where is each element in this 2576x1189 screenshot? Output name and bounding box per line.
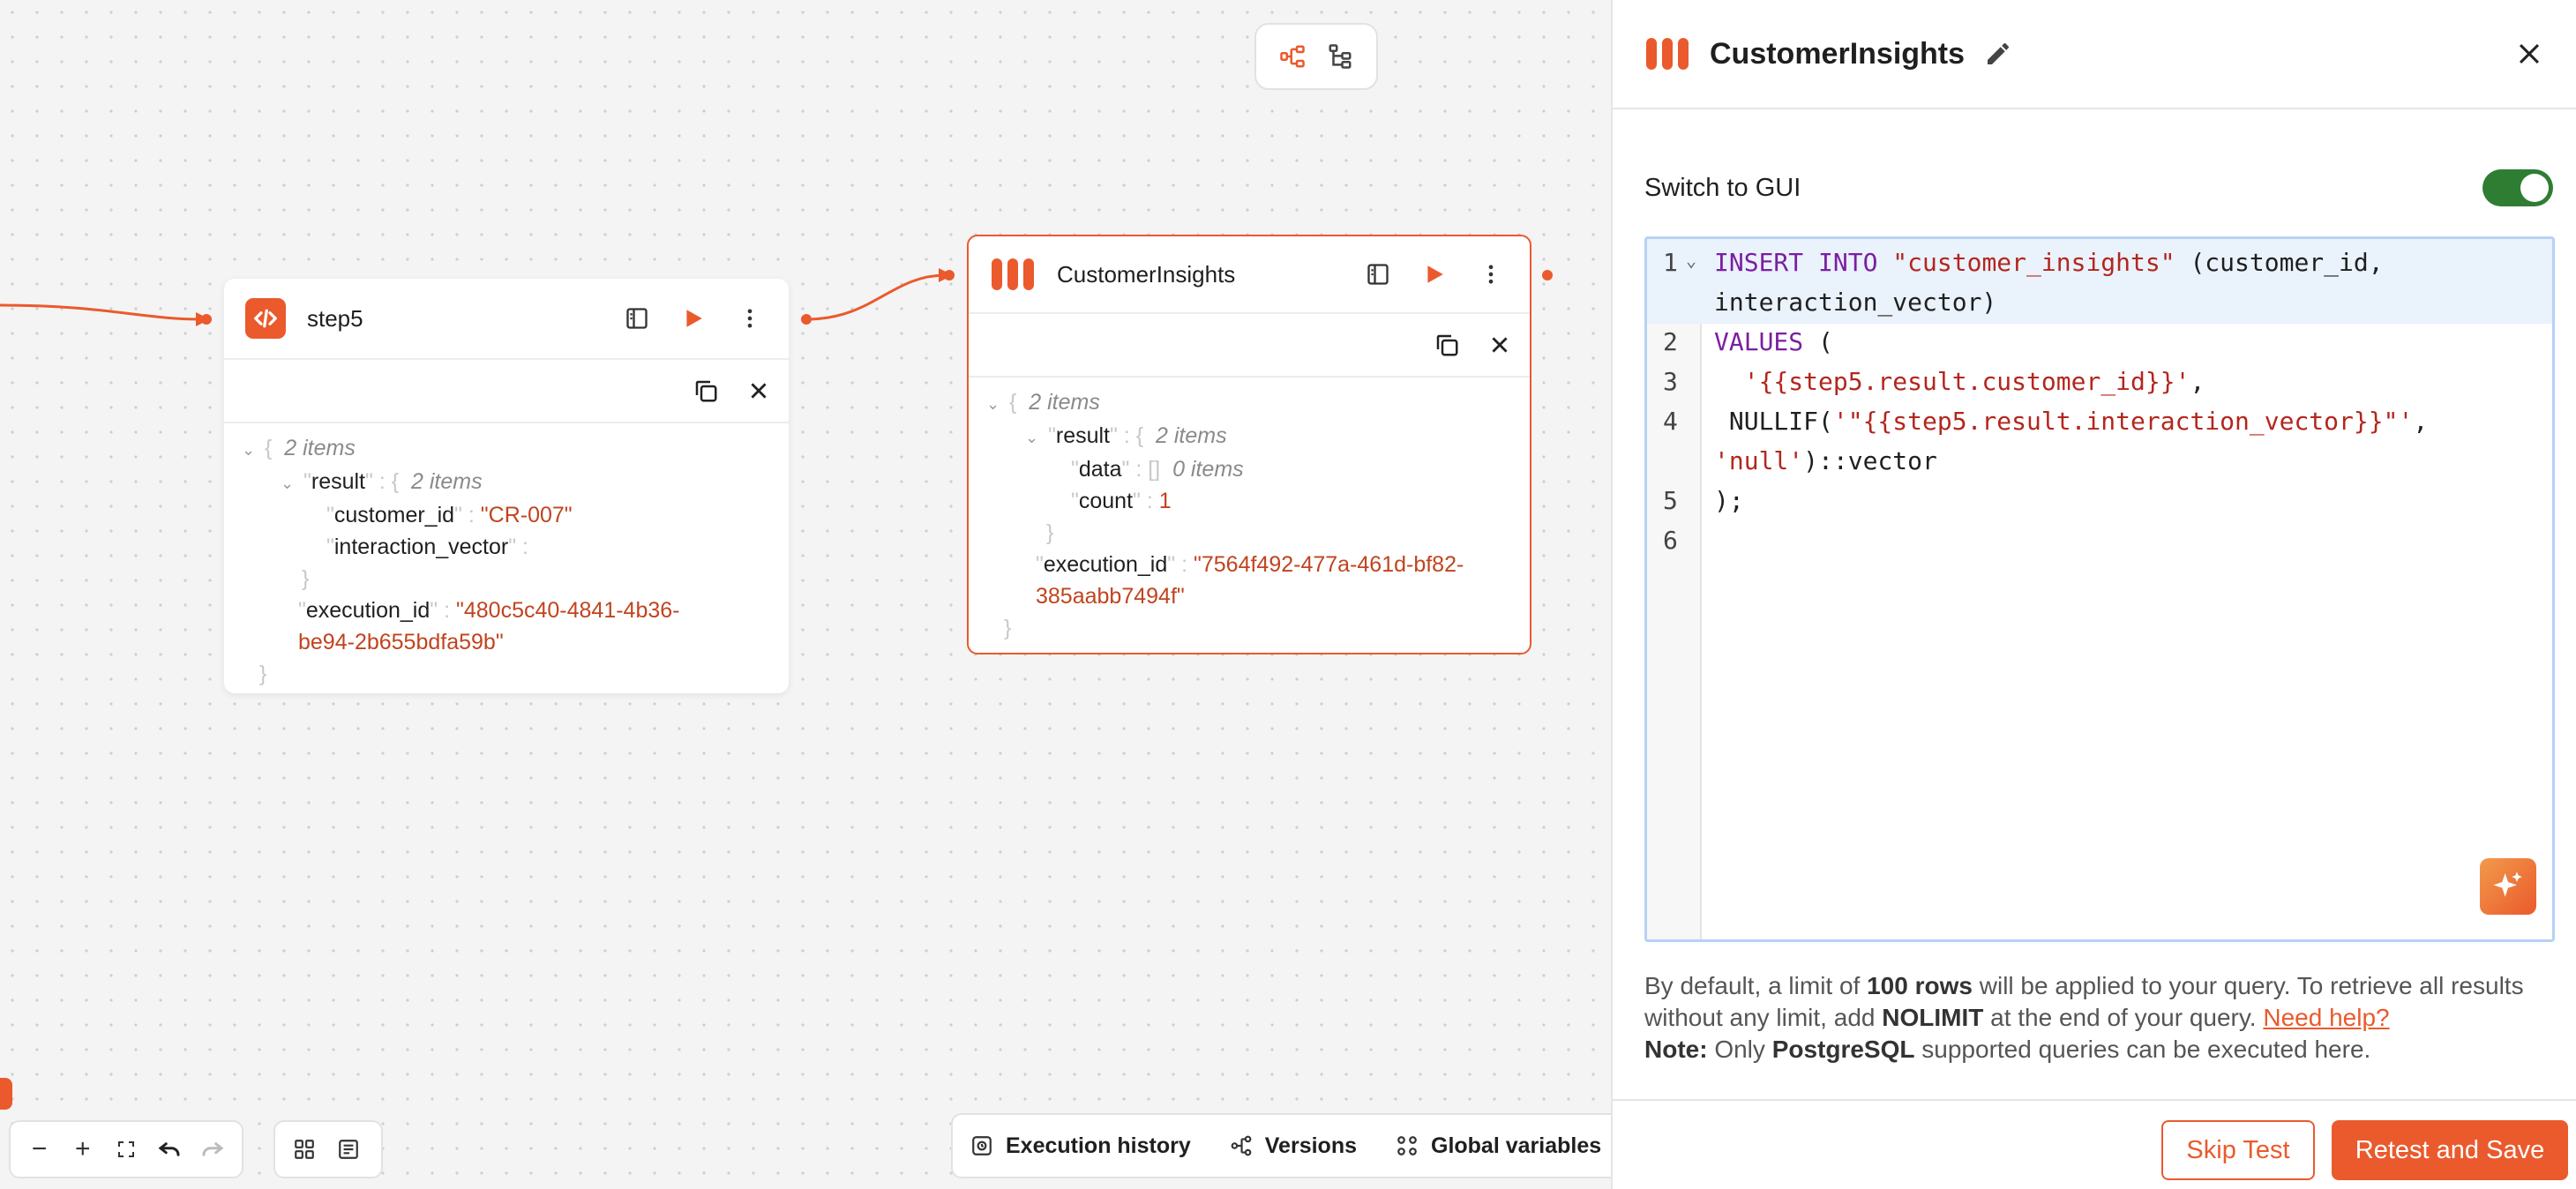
insights-output-port[interactable] [1542, 270, 1553, 280]
edge-step5-to-insights [805, 273, 947, 321]
step5-input-port[interactable] [201, 314, 212, 325]
workflow-canvas[interactable]: step5 ⌄{ 2 items ⌄ "result" : { 2 items "… [0, 0, 1611, 1189]
vertical-layout-icon[interactable] [1322, 39, 1358, 74]
versions-icon [1230, 1134, 1253, 1157]
json-customer-id-row: "customer_id" : "CR-007" [326, 503, 573, 527]
global-variables-button[interactable]: Global variables [1396, 1133, 1601, 1159]
view-controls [273, 1120, 383, 1178]
insights-input-port[interactable] [944, 270, 955, 280]
json-root[interactable]: ⌄{ 2 items [242, 432, 771, 466]
layout-controls [1254, 23, 1378, 90]
json-root[interactable]: ⌄{ 2 items [986, 386, 1512, 420]
customer-insights-node[interactable]: CustomerInsights ⌄{ 2 items ⌄ "result" : … [967, 235, 1531, 654]
chevron-down-icon[interactable]: ⌄ [281, 467, 303, 499]
fold-chevron-icon[interactable]: ⌄ [1686, 250, 1696, 271]
node-output-toolbar [224, 360, 789, 423]
more-options-icon[interactable] [732, 301, 768, 336]
sparkle-icon [2493, 871, 2522, 897]
query-limit-note: By default, a limit of 100 rows will be … [1644, 972, 2524, 1063]
redo-icon[interactable] [191, 1127, 235, 1171]
zoom-out-button[interactable]: − [18, 1127, 61, 1171]
postgres-bars-icon [990, 257, 1036, 292]
panel-toggle-icon[interactable] [1360, 257, 1396, 292]
node-output-toolbar [969, 314, 1530, 378]
close-panel-icon[interactable] [2514, 39, 2544, 69]
panel-footer: Skip Test Retest and Save [1613, 1099, 2576, 1189]
grid-view-icon[interactable] [282, 1127, 326, 1171]
execution-history-button[interactable]: Execution history [970, 1133, 1191, 1159]
edge-into-step5 [0, 303, 204, 321]
horizontal-layout-icon[interactable] [1275, 39, 1310, 74]
step5-node[interactable]: step5 ⌄{ 2 items ⌄ "result" : { 2 items "… [224, 279, 789, 693]
node-title: step5 [307, 304, 363, 332]
node-title: CustomerInsights [1057, 260, 1236, 288]
global-variables-icon [1396, 1134, 1419, 1157]
retest-and-save-button[interactable]: Retest and Save [2332, 1120, 2568, 1180]
ai-sparkle-button[interactable] [2480, 858, 2536, 915]
copy-icon[interactable] [1429, 327, 1464, 363]
json-result-row[interactable]: ⌄ "result" : { 2 items [986, 420, 1512, 453]
switch-to-gui-row: Switch to GUI [1644, 169, 2553, 206]
json-execution-id-row: "execution_id" : "7564f492-477a-461d-bf8… [1036, 552, 1464, 577]
panel-toggle-icon[interactable] [619, 301, 655, 336]
chevron-down-icon[interactable]: ⌄ [242, 434, 265, 466]
fit-view-icon[interactable] [104, 1127, 147, 1171]
zoom-controls: − + [9, 1120, 243, 1178]
node-config-panel: CustomerInsights Switch to GUI 1 ⌄ INSER… [1611, 0, 2576, 1189]
node-header: CustomerInsights [969, 236, 1530, 314]
notes-icon[interactable] [326, 1127, 371, 1171]
skip-test-button[interactable]: Skip Test [2161, 1120, 2315, 1180]
close-icon[interactable] [741, 373, 776, 408]
code-line-4: 4 NULLIF('"{{step5.result.interaction_ve… [1663, 407, 2429, 475]
switch-label: Switch to GUI [1644, 173, 1801, 202]
code-line-2: 2 VALUES ( [1663, 327, 1833, 356]
gui-toggle[interactable] [2482, 169, 2553, 206]
json-output: ⌄{ 2 items ⌄ "result" : { 2 items "data" … [969, 378, 1530, 653]
zoom-in-button[interactable]: + [61, 1127, 104, 1171]
json-count-row: "count" : 1 [1071, 489, 1172, 513]
edit-pencil-icon[interactable] [1984, 40, 2012, 68]
json-execution-id-row: "execution_id" : "480c5c40-4841-4b36- [298, 598, 680, 623]
code-line-3: 3 '{{step5.result.customer_id}}', [1663, 367, 2205, 396]
chevron-down-icon[interactable]: ⌄ [986, 388, 1009, 420]
sql-editor[interactable]: 1 ⌄ INSERT INTO "customer_insights" (cus… [1644, 236, 2555, 942]
close-icon[interactable] [1482, 327, 1517, 363]
code-line-1: 1 ⌄ INSERT INTO "customer_insights" (cus… [1647, 239, 2552, 324]
run-icon[interactable] [676, 301, 711, 336]
json-interaction-vector-row: "interaction_vector" : [326, 535, 528, 559]
step5-output-port[interactable] [801, 314, 812, 325]
canvas-bottom-bar: Execution history Versions Global variab… [951, 1113, 1611, 1178]
undo-icon[interactable] [148, 1127, 191, 1171]
code-icon [245, 298, 286, 339]
panel-title: CustomerInsights [1710, 36, 1966, 71]
code-line-6: 6 [1663, 526, 1678, 555]
run-icon[interactable] [1417, 257, 1452, 292]
history-icon [970, 1134, 993, 1157]
more-options-icon[interactable] [1473, 257, 1509, 292]
json-output: ⌄{ 2 items ⌄ "result" : { 2 items "custom… [224, 423, 789, 699]
postgres-bars-icon [1644, 36, 1690, 71]
json-data-row: "data" : [] 0 items [1071, 457, 1244, 482]
node-header: step5 [224, 279, 789, 360]
side-handle[interactable] [0, 1078, 12, 1110]
panel-header: CustomerInsights [1613, 0, 2576, 109]
need-help-link[interactable]: Need help? [2263, 1004, 2389, 1031]
chevron-down-icon[interactable]: ⌄ [1025, 422, 1048, 453]
json-result-row[interactable]: ⌄ "result" : { 2 items [242, 466, 771, 499]
versions-button[interactable]: Versions [1230, 1133, 1357, 1159]
copy-icon[interactable] [688, 373, 723, 408]
code-line-5: 5 ); [1663, 486, 1744, 515]
